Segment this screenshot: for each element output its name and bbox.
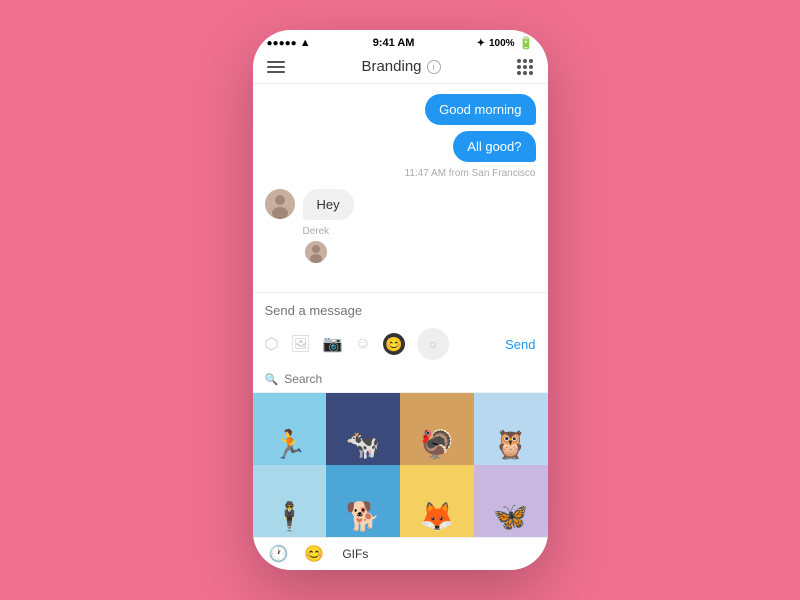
menu-button[interactable] bbox=[267, 61, 285, 73]
nav-title: Branding i bbox=[361, 58, 440, 75]
grid-dot bbox=[517, 59, 521, 63]
sticker-cell-8[interactable]: 🦋 bbox=[474, 465, 548, 537]
sticker-cell-2[interactable]: 🐄 bbox=[326, 393, 400, 465]
typing-avatar bbox=[305, 241, 327, 263]
image-icon[interactable]: 🖼 bbox=[290, 334, 310, 354]
status-right: ✦ 100% 🔋 bbox=[477, 36, 534, 50]
phone-frame: ●●●●● ▲ 9:41 AM ✦ 100% 🔋 Branding i bbox=[253, 30, 548, 570]
sticker-figure-4: 🦉 bbox=[493, 428, 528, 461]
gif-search-input[interactable] bbox=[284, 372, 535, 386]
bottom-tab-bar: 🕐 😊 GIFs bbox=[253, 537, 548, 570]
status-bar: ●●●●● ▲ 9:41 AM ✦ 100% 🔋 bbox=[253, 30, 548, 54]
input-area: ⬡ 🖼 📷 ☺ 😊 ○ Send bbox=[253, 292, 548, 366]
attachment-icon[interactable]: ⬡ bbox=[265, 334, 279, 354]
tab-emoji-icon[interactable]: 😊 bbox=[304, 544, 324, 564]
toolbar-row: ⬡ 🖼 📷 ☺ 😊 ○ Send bbox=[265, 328, 536, 360]
grid-dot bbox=[523, 59, 527, 63]
sticker-figure-1: 🏃 bbox=[272, 428, 307, 461]
sender-avatar bbox=[265, 189, 295, 219]
sticker-figure-2: 🐄 bbox=[346, 428, 381, 461]
grid-dot bbox=[523, 71, 527, 75]
sticker-cell-1[interactable]: 🏃 bbox=[253, 393, 327, 465]
send-button[interactable]: Send bbox=[505, 337, 535, 352]
message-bubble-sent-2: All good? bbox=[453, 131, 535, 162]
voice-button[interactable]: ○ bbox=[417, 328, 449, 360]
battery-icon: 🔋 bbox=[519, 36, 534, 50]
message-timestamp: 11:47 AM from San Francisco bbox=[405, 168, 536, 179]
tab-gifs-label[interactable]: GIFs bbox=[342, 547, 368, 561]
grid-dot bbox=[529, 65, 533, 69]
hamburger-line-3 bbox=[267, 71, 285, 73]
battery-label: 100% bbox=[489, 38, 515, 49]
grid-dot bbox=[529, 59, 533, 63]
sticker-figure-5: 🕴 bbox=[272, 500, 307, 533]
sticker-figure-3: 🦃 bbox=[419, 428, 454, 461]
sticker-figure-7: 🦊 bbox=[419, 500, 454, 533]
sticker-figure-6: 🐕 bbox=[346, 500, 381, 533]
sticker-figure-8: 🦋 bbox=[493, 500, 528, 533]
grid-dot bbox=[529, 71, 533, 75]
grid-dot bbox=[517, 65, 521, 69]
message-bubble-received: Hey bbox=[303, 189, 354, 220]
signal-dot: ●●●●● bbox=[267, 38, 297, 49]
location-icon[interactable]: ☺ bbox=[355, 335, 371, 353]
message-input[interactable] bbox=[265, 301, 536, 320]
gif-search-bar: 🔍 bbox=[253, 366, 548, 393]
signal-bars: ●●●●● ▲ bbox=[267, 37, 311, 49]
hamburger-line-2 bbox=[267, 66, 285, 68]
hamburger-line-1 bbox=[267, 61, 285, 63]
grid-dot bbox=[517, 71, 521, 75]
chat-area: Good morning All good? 11:47 AM from San… bbox=[253, 84, 548, 292]
sender-name: Derek bbox=[303, 226, 536, 237]
message-bubble-sent-1: Good morning bbox=[425, 94, 535, 125]
sticker-cell-5[interactable]: 🕴 bbox=[253, 465, 327, 537]
camera-icon[interactable]: 📷 bbox=[323, 334, 343, 354]
sticker-cell-7[interactable]: 🦊 bbox=[400, 465, 474, 537]
gif-panel: 🔍 🏃 🐄 🦃 🦉 🕴 🐕 � bbox=[253, 366, 548, 537]
grid-dot bbox=[523, 65, 527, 69]
bluetooth-icon: ✦ bbox=[477, 38, 485, 49]
status-time: 9:41 AM bbox=[373, 37, 415, 49]
sticker-cell-6[interactable]: 🐕 bbox=[326, 465, 400, 537]
sticker-grid: 🏃 🐄 🦃 🦉 🕴 🐕 🦊 🦋 bbox=[253, 393, 548, 537]
wifi-icon: ▲ bbox=[300, 37, 311, 49]
tab-clock-icon[interactable]: 🕐 bbox=[269, 544, 289, 564]
search-icon: 🔍 bbox=[265, 373, 279, 386]
message-row-received: Hey bbox=[265, 189, 536, 220]
emoji-button[interactable]: 😊 bbox=[383, 333, 405, 355]
sticker-cell-4[interactable]: 🦉 bbox=[474, 393, 548, 465]
info-icon[interactable]: i bbox=[427, 60, 441, 74]
nav-bar: Branding i bbox=[253, 54, 548, 84]
sticker-cell-3[interactable]: 🦃 bbox=[400, 393, 474, 465]
grid-button[interactable] bbox=[517, 59, 533, 75]
